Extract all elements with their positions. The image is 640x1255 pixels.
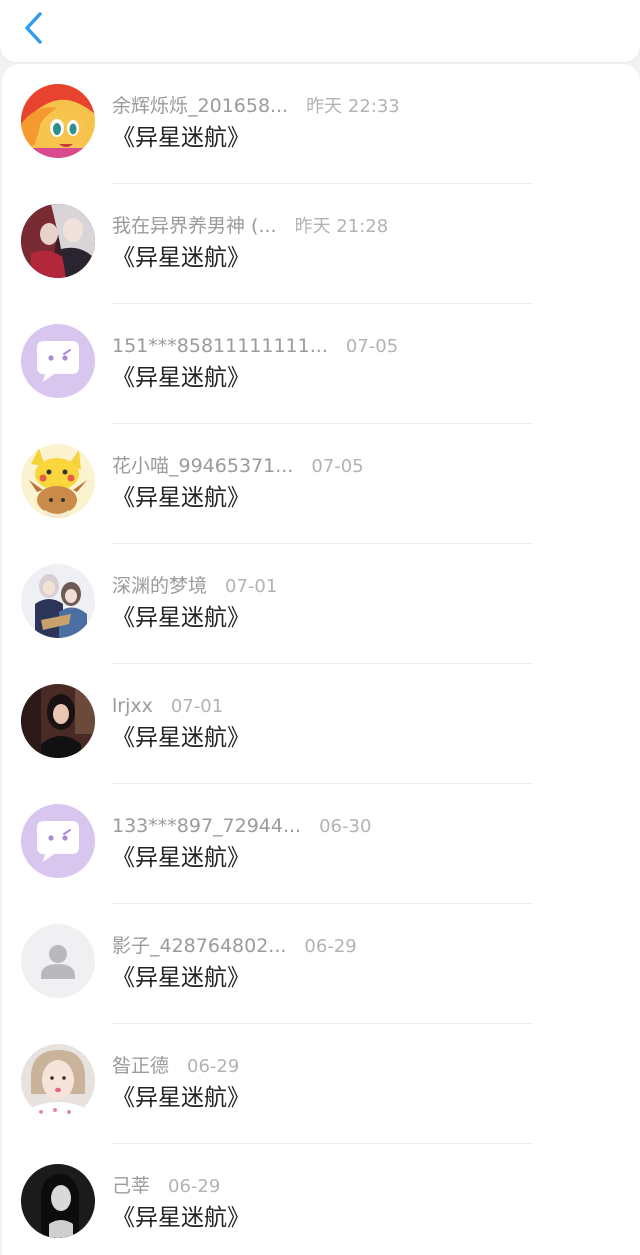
- chat-bubble-avatar[interactable]: [21, 324, 95, 398]
- sender-meta: 昝正德 06-29: [112, 1052, 239, 1080]
- chat-bubble-avatar[interactable]: [21, 804, 95, 878]
- book-title: 《异星迷航》: [112, 1085, 250, 1111]
- book-title: 《异星迷航》: [112, 605, 250, 631]
- list-item[interactable]: 133***897_72944... 06-30 《异星迷航》: [2, 784, 640, 904]
- back-button[interactable]: [18, 8, 52, 48]
- sender-name: lrjxx: [112, 695, 153, 717]
- bw-portrait-avatar[interactable]: [21, 1164, 95, 1238]
- sender-meta: 我在异界养男神 (... 昨天 21:28: [112, 212, 388, 240]
- sender-name: 己莘: [112, 1175, 151, 1197]
- list-item[interactable]: 己莘 06-29 《异星迷航》: [2, 1144, 640, 1255]
- message-time: 07-01: [170, 696, 224, 717]
- sender-name: 我在异界养男神 (...: [112, 215, 277, 237]
- message-list: 余辉烁烁_201658... 昨天 22:33 《异星迷航》 我在异界养男神 (.…: [2, 64, 640, 1255]
- list-item[interactable]: 余辉烁烁_201658... 昨天 22:33 《异星迷航》: [2, 64, 640, 184]
- sender-name: 133***897_72944...: [112, 815, 302, 837]
- sender-meta: 花小喵_99465371... 07-05: [112, 452, 364, 480]
- message-time: 07-05: [311, 456, 364, 477]
- book-title: 《异星迷航》: [112, 245, 250, 271]
- book-title: 《异星迷航》: [112, 845, 250, 871]
- list-item[interactable]: 昝正德 06-29 《异星迷航》: [2, 1024, 640, 1144]
- list-item[interactable]: 影子_428764802... 06-29 《异星迷航》: [2, 904, 640, 1024]
- sender-meta: 己莘 06-29: [112, 1172, 220, 1200]
- message-time: 06-29: [187, 1056, 240, 1077]
- sender-name: 深渊的梦境: [112, 575, 208, 597]
- list-item[interactable]: 深渊的梦境 07-01 《异星迷航》: [2, 544, 640, 664]
- woman-photo-avatar[interactable]: [21, 684, 95, 758]
- sender-meta: 影子_428764802... 06-29: [112, 932, 357, 960]
- book-title: 《异星迷航》: [112, 965, 250, 991]
- top-bar: [0, 0, 640, 62]
- book-title: 《异星迷航》: [112, 125, 250, 151]
- book-title: 《异星迷航》: [112, 1205, 250, 1231]
- sender-meta: 深渊的梦境 07-01: [112, 572, 277, 600]
- chevron-left-icon: [25, 12, 42, 44]
- message-time: 07-01: [225, 576, 278, 597]
- pikachu-eevee-avatar[interactable]: [21, 444, 95, 518]
- message-time: 07-05: [345, 336, 399, 357]
- sender-meta: 151***85811111111... 07-05: [112, 332, 398, 360]
- message-time: 06-29: [168, 1176, 221, 1197]
- list-item[interactable]: lrjxx 07-01 《异星迷航》: [2, 664, 640, 784]
- sender-name: 花小喵_99465371...: [112, 455, 294, 477]
- list-item[interactable]: 我在异界养男神 (... 昨天 21:28 《异星迷航》: [2, 184, 640, 304]
- message-time: 06-30: [319, 816, 372, 837]
- sender-name: 昝正德: [112, 1055, 170, 1077]
- sender-name: 影子_428764802...: [112, 935, 287, 957]
- sender-name: 余辉烁烁_201658...: [112, 95, 289, 117]
- message-time: 昨天 22:33: [306, 96, 400, 117]
- book-title: 《异星迷航》: [112, 365, 250, 391]
- sender-meta: lrjxx 07-01: [112, 692, 223, 720]
- message-time: 昨天 21:28: [294, 216, 389, 237]
- sender-name: 151***85811111111...: [112, 335, 328, 357]
- message-time: 06-29: [304, 936, 357, 957]
- list-item[interactable]: 151***85811111111... 07-05 《异星迷航》: [2, 304, 640, 424]
- default-user-avatar[interactable]: [21, 924, 95, 998]
- anime-characters-avatar[interactable]: [21, 564, 95, 638]
- sender-meta: 余辉烁烁_201658... 昨天 22:33: [112, 92, 400, 120]
- girl-photo-avatar[interactable]: [21, 1044, 95, 1118]
- anime-pony-avatar[interactable]: [21, 84, 95, 158]
- anime-couple-avatar[interactable]: [21, 204, 95, 278]
- book-title: 《异星迷航》: [112, 485, 250, 511]
- sender-meta: 133***897_72944... 06-30: [112, 812, 371, 840]
- book-title: 《异星迷航》: [112, 725, 250, 751]
- list-item[interactable]: 花小喵_99465371... 07-05 《异星迷航》: [2, 424, 640, 544]
